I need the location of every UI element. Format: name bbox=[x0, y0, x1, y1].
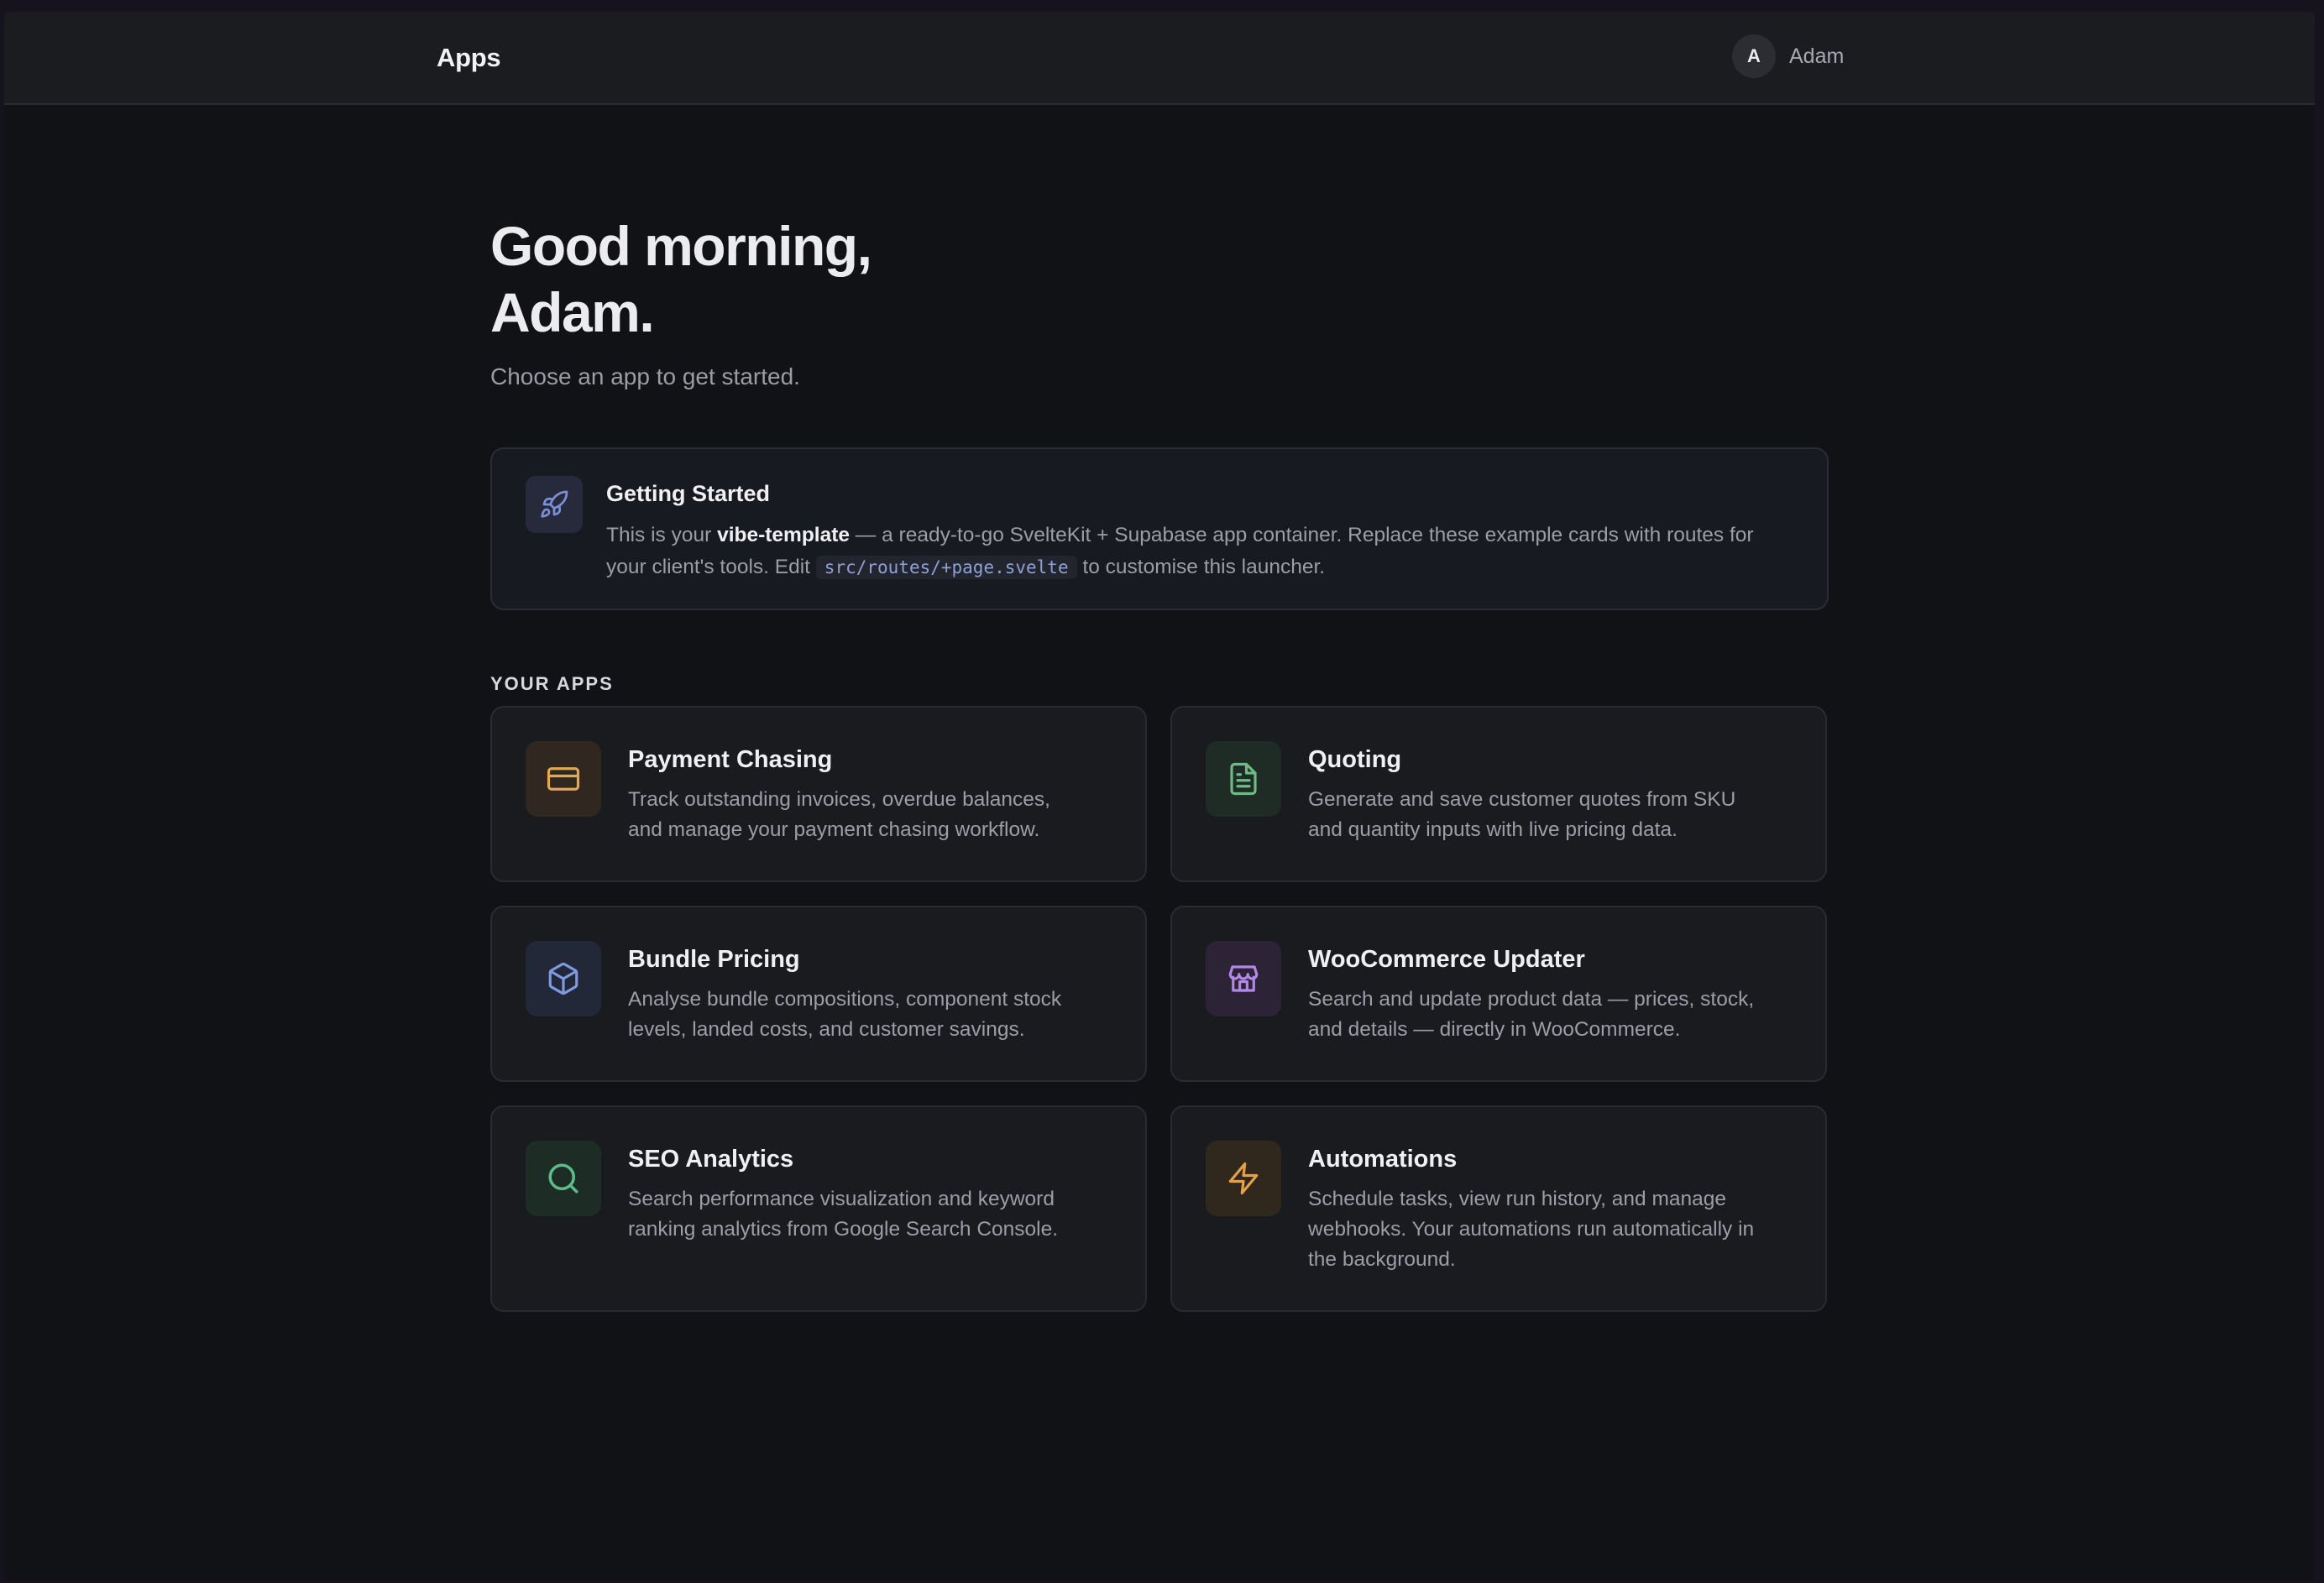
app-card-description: Search performance visualization and key… bbox=[628, 1188, 1059, 1241]
search-icon bbox=[526, 1141, 601, 1216]
rocket-icon bbox=[526, 476, 583, 533]
app-card-payment-chasing[interactable]: Payment Chasing Track outstanding invoic… bbox=[490, 706, 1147, 882]
greeting-subtitle: Choose an app to get started. bbox=[490, 363, 800, 389]
app-card-seo-analytics[interactable]: SEO Analytics Search performance visuali… bbox=[490, 1105, 1147, 1312]
top-bar: Apps A Adam bbox=[4, 12, 2315, 105]
credit-card-icon bbox=[526, 741, 601, 817]
template-name: vibe-template bbox=[717, 524, 850, 546]
greeting-heading: Good morning, Adam. bbox=[490, 215, 872, 343]
app-window: Apps A Adam Good morning, Adam. Choose a… bbox=[4, 12, 2315, 1580]
document-icon bbox=[1206, 741, 1281, 817]
app-card-title: SEO Analytics bbox=[628, 1146, 794, 1173]
lightning-icon bbox=[1206, 1141, 1281, 1216]
app-card-title: WooCommerce Updater bbox=[1308, 946, 1585, 973]
app-card-description: Schedule tasks, view run history, and ma… bbox=[1308, 1188, 1755, 1271]
app-card-description: Analyse bundle compositions, component s… bbox=[628, 988, 1062, 1041]
app-card-bundle-pricing[interactable]: Bundle Pricing Analyse bundle compositio… bbox=[490, 906, 1147, 1082]
section-heading: YOUR APPS bbox=[490, 673, 614, 694]
app-card-title: Payment Chasing bbox=[628, 746, 833, 773]
app-card-woocommerce-updater[interactable]: WooCommerce Updater Search and update pr… bbox=[1170, 906, 1827, 1082]
app-card-quoting[interactable]: Quoting Generate and save customer quote… bbox=[1170, 706, 1827, 882]
store-icon bbox=[1206, 941, 1281, 1016]
app-card-title: Automations bbox=[1308, 1146, 1458, 1173]
getting-started-card: Getting Started This is your vibe-templa… bbox=[490, 447, 1829, 610]
getting-started-text: This is your vibe-template — a ready-to-… bbox=[606, 524, 1754, 579]
app-card-title: Bundle Pricing bbox=[628, 946, 800, 973]
app-card-description: Generate and save customer quotes from S… bbox=[1308, 788, 1736, 841]
user-name[interactable]: Adam bbox=[1789, 44, 1844, 69]
app-card-title: Quoting bbox=[1308, 746, 1402, 773]
user-menu[interactable]: A Adam bbox=[1732, 34, 1844, 78]
app-card-description: Track outstanding invoices, overdue bala… bbox=[628, 788, 1050, 841]
app-card-automations[interactable]: Automations Schedule tasks, view run his… bbox=[1170, 1105, 1827, 1312]
app-title[interactable]: Apps bbox=[437, 43, 501, 73]
getting-started-title: Getting Started bbox=[606, 481, 771, 506]
file-path-code: src/routes/+page.svelte bbox=[815, 556, 1077, 579]
package-icon bbox=[526, 941, 601, 1016]
avatar[interactable]: A bbox=[1732, 34, 1776, 78]
app-card-description: Search and update product data — prices,… bbox=[1308, 988, 1755, 1041]
